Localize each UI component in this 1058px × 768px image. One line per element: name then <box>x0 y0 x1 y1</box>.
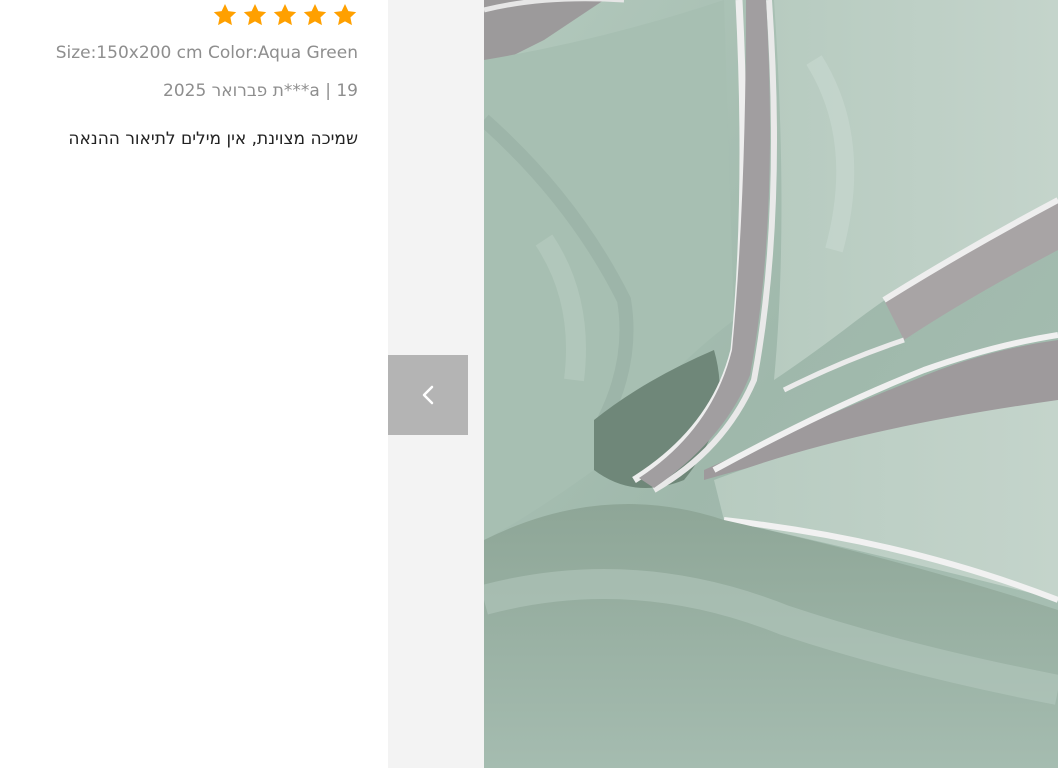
review-details-panel: Size:150x200 cm Color:Aqua Green 19 | a*… <box>0 0 388 768</box>
review-text: שמיכה מצוינת, אין מילים לתיאור ההנאה <box>68 129 358 149</box>
previous-photo-button[interactable] <box>388 355 468 435</box>
review-meta: 19 | a***ת פברואר 2025 <box>163 81 358 101</box>
review-photo[interactable] <box>484 0 1058 768</box>
star-icon <box>213 3 237 26</box>
star-icon <box>273 3 297 26</box>
chevron-left-icon <box>422 385 434 405</box>
rating-stars <box>212 2 358 28</box>
star-icon <box>333 3 357 26</box>
review-variant: Size:150x200 cm Color:Aqua Green <box>55 43 358 63</box>
review-viewer: Size:150x200 cm Color:Aqua Green 19 | a*… <box>0 0 1058 768</box>
star-icon <box>303 3 327 26</box>
duvet-photo-graphic <box>484 0 1058 768</box>
star-icon <box>243 3 267 26</box>
